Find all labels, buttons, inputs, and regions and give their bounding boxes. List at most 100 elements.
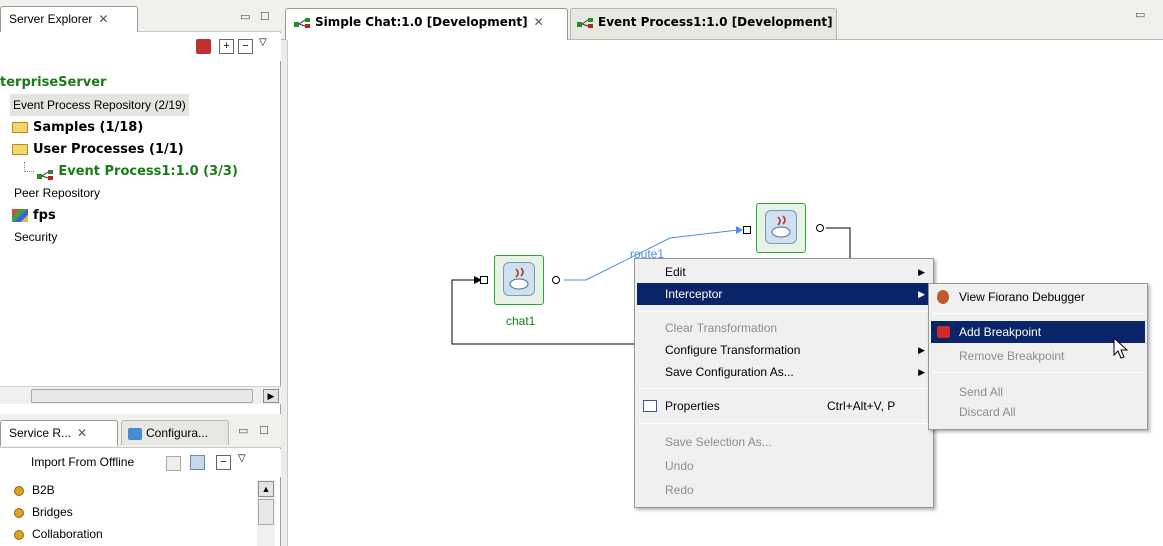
input-port[interactable] <box>480 276 488 284</box>
menu-item-edit[interactable]: Edit ▶ <box>637 261 931 283</box>
event-process-icon <box>37 166 55 180</box>
tab-server-explorer-label: Server Explorer <box>9 12 93 26</box>
component-chat2[interactable] <box>756 203 806 253</box>
tree-security[interactable]: Security <box>14 226 57 248</box>
tree-event-process1-label: Event Process1:1.0 (3/3) <box>58 164 238 179</box>
tab-configuration-label: Configura... <box>146 426 209 440</box>
editor-edge <box>281 40 288 546</box>
tab-simple-chat-label: Simple Chat:1.0 [Development] <box>315 15 528 29</box>
collapse-all-icon[interactable]: − <box>216 455 231 470</box>
tree-peer-repository[interactable]: Peer Repository <box>14 182 100 204</box>
menu-item-save-configuration[interactable]: Save Configuration As... ▶ <box>637 361 931 383</box>
tab-configuration[interactable]: Configura... <box>121 420 229 445</box>
tab-event-process1-label: Event Process1:1.0 [Development] <box>598 15 833 29</box>
tab-server-explorer[interactable]: Server Explorer ✕ <box>0 6 138 32</box>
tree-event-process1[interactable]: Event Process1:1.0 (3/3) <box>24 160 238 182</box>
service-repository-toolbar: Import From Offline − ▽ <box>0 449 281 477</box>
menu-item-add-breakpoint-label: Add Breakpoint <box>959 325 1042 339</box>
connect-icon[interactable] <box>196 39 211 54</box>
minimize-icon[interactable]: ▭ <box>240 10 250 23</box>
close-icon[interactable]: ✕ <box>77 426 87 440</box>
menu-item-properties[interactable]: Properties Ctrl+Alt+V, P <box>637 395 931 417</box>
scroll-up-icon[interactable]: ▲ <box>258 481 274 497</box>
tree-connector <box>24 162 34 172</box>
debugger-bug-icon <box>937 290 949 304</box>
submenu-arrow-icon: ▶ <box>918 289 925 299</box>
service-category-icon <box>14 529 24 540</box>
tree-root-server[interactable]: terpriseServer <box>0 72 106 94</box>
view-menu-icon[interactable]: ▽ <box>259 37 274 52</box>
menu-item-view-debugger-label: View Fiorano Debugger <box>959 290 1085 304</box>
export-icon[interactable] <box>190 455 205 470</box>
service-category-icon <box>14 507 24 518</box>
expand-all-icon[interactable]: + <box>219 39 234 54</box>
add-breakpoint-icon <box>937 326 950 338</box>
server-explorer-tabbar: Server Explorer ✕ ▭ ☐ <box>0 0 281 32</box>
menu-item-save-selection[interactable]: Save Selection As... <box>637 431 931 453</box>
tree-user-processes-label: User Processes (1/1) <box>33 142 184 157</box>
menu-separator <box>639 311 929 312</box>
menu-item-redo[interactable]: Redo <box>637 479 931 501</box>
event-process-icon <box>577 17 595 29</box>
java-component-icon <box>503 262 535 296</box>
menu-item-properties-shortcut: Ctrl+Alt+V, P <box>827 399 896 413</box>
menu-item-undo[interactable]: Undo <box>637 455 931 477</box>
close-icon[interactable]: ✕ <box>98 12 108 26</box>
list-item-label: Bridges <box>32 505 73 519</box>
minimize-icon[interactable]: ▭ <box>1135 8 1145 21</box>
component-chat1-label: chat1 <box>506 314 536 328</box>
minimize-icon[interactable]: ▭ <box>238 424 248 437</box>
scrollbar-thumb[interactable] <box>31 389 253 403</box>
tree-user-processes[interactable]: User Processes (1/1) <box>12 138 184 160</box>
menu-item-view-debugger[interactable]: View Fiorano Debugger <box>931 286 1145 308</box>
folder-icon <box>12 122 28 134</box>
menu-item-configure-transformation[interactable]: Configure Transformation ▶ <box>637 339 931 361</box>
list-item[interactable]: Bridges <box>14 502 73 522</box>
horizontal-scrollbar[interactable]: ▶ <box>0 386 281 404</box>
server-explorer-toolbar: + − ▽ <box>0 33 281 61</box>
tree-event-process-repository[interactable]: Event Process Repository (2/19) <box>10 94 189 116</box>
menu-item-save-configuration-label: Save Configuration As... <box>665 365 794 379</box>
tab-simple-chat[interactable]: Simple Chat:1.0 [Development] ✕ <box>285 8 568 40</box>
view-menu-icon[interactable]: ▽ <box>238 453 253 468</box>
tree-fps-label: fps <box>33 208 56 223</box>
list-item[interactable]: Collaboration <box>14 524 103 544</box>
scrollbar-thumb[interactable] <box>258 499 274 525</box>
menu-item-interceptor[interactable]: Interceptor ▶ <box>637 283 931 305</box>
menu-item-properties-label: Properties <box>665 399 720 413</box>
fps-icon <box>12 209 28 223</box>
scroll-right-icon[interactable]: ▶ <box>263 389 279 403</box>
menu-separator <box>933 372 1143 373</box>
maximize-icon[interactable]: ☐ <box>260 10 270 23</box>
tab-service-repository-label: Service R... <box>9 426 72 440</box>
menu-item-send-all[interactable]: Send All <box>931 383 1145 401</box>
service-category-icon <box>14 485 24 496</box>
tab-event-process1[interactable]: Event Process1:1.0 [Development] <box>570 8 837 39</box>
input-port[interactable] <box>743 226 751 234</box>
configuration-icon <box>128 427 142 440</box>
tree-samples-label: Samples (1/18) <box>33 120 144 135</box>
vertical-scrollbar[interactable]: ▲ <box>257 480 275 546</box>
collapse-all-icon[interactable]: − <box>238 39 253 54</box>
list-item-label: Collaboration <box>32 527 103 541</box>
menu-item-clear-transformation[interactable]: Clear Transformation <box>637 317 931 339</box>
output-port[interactable] <box>552 276 560 284</box>
tree-fps[interactable]: fps <box>12 204 56 226</box>
component-chat1[interactable] <box>494 255 544 305</box>
event-process-icon <box>294 17 312 29</box>
list-item[interactable]: B2B <box>14 480 55 500</box>
output-port[interactable] <box>816 224 824 232</box>
menu-item-interceptor-label: Interceptor <box>665 287 723 301</box>
menu-separator <box>639 423 929 424</box>
menu-separator <box>639 388 929 389</box>
close-icon[interactable]: ✕ <box>534 15 544 29</box>
left-pane: Server Explorer ✕ ▭ ☐ + − ▽ terpriseServe… <box>0 0 281 546</box>
submenu-arrow-icon: ▶ <box>918 367 925 377</box>
import-icon[interactable] <box>166 456 181 471</box>
menu-item-edit-label: Edit <box>665 265 686 279</box>
tab-service-repository[interactable]: Service R... ✕ <box>0 420 118 446</box>
menu-item-discard-all[interactable]: Discard All <box>931 403 1145 421</box>
menu-item-configure-transformation-label: Configure Transformation <box>665 343 801 357</box>
tree-samples[interactable]: Samples (1/18) <box>12 116 143 138</box>
maximize-icon[interactable]: ☐ <box>259 424 269 437</box>
